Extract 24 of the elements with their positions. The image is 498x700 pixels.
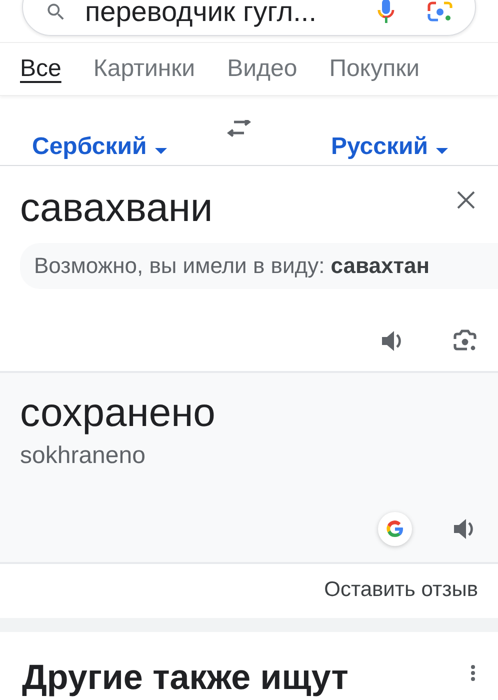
camera-lens-icon[interactable] <box>427 1 453 23</box>
caret-icon <box>436 148 448 154</box>
more-options-icon[interactable] <box>470 664 476 682</box>
caret-icon <box>154 148 167 154</box>
close-icon[interactable] <box>456 190 476 210</box>
suggestion-chip[interactable]: Возможно, вы имели в виду: савахтан <box>20 243 498 289</box>
search-tab[interactable]: Видео <box>227 55 298 83</box>
section-heading: Другие также ищут <box>22 658 348 698</box>
search-query: переводчик гугл... <box>85 0 318 28</box>
translated-text: сохранено <box>20 391 216 436</box>
source-language-dropdown[interactable]: Сербский <box>32 133 167 165</box>
target-language-dropdown[interactable]: Русский <box>331 133 448 165</box>
search-tab[interactable]: Все <box>20 55 62 83</box>
source-text[interactable]: савахвани <box>20 186 213 231</box>
feedback-link[interactable]: Оставить отзыв <box>324 578 478 602</box>
microphone-icon[interactable] <box>377 0 395 25</box>
search-tab[interactable]: Покупки <box>329 55 420 83</box>
camera-icon[interactable] <box>452 329 478 353</box>
search-tab[interactable]: Картинки <box>93 55 196 83</box>
swap-icon[interactable] <box>224 120 253 140</box>
search-field[interactable]: переводчик гугл... <box>22 0 476 36</box>
suggestion-text: Возможно, вы имели в виду: савахтан <box>34 253 430 278</box>
google-g-icon[interactable] <box>378 512 412 546</box>
transliteration-text: sokhraneno <box>20 442 146 470</box>
